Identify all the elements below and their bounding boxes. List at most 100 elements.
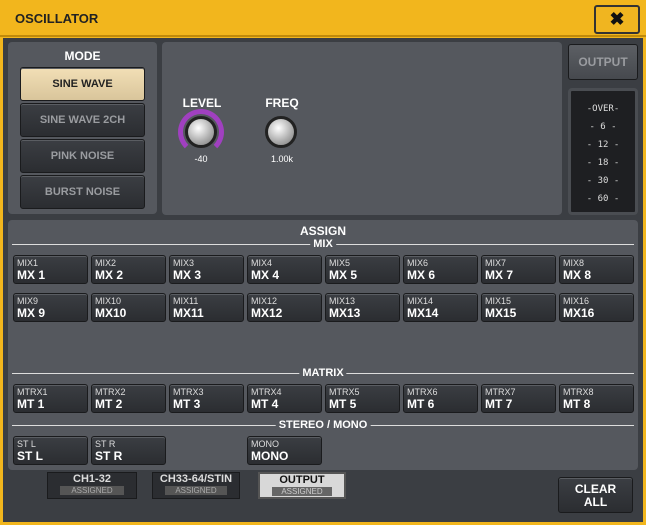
mode-sine-wave-button[interactable]: SINE WAVE <box>20 67 145 101</box>
bus-short-name: MT 8 <box>563 397 591 411</box>
output-button[interactable]: OUTPUT <box>568 44 638 80</box>
bus-name: MTRX4 <box>251 387 282 397</box>
bus-short-name: MX 2 <box>95 268 124 282</box>
bus-short-name: MX14 <box>407 306 439 320</box>
mode-pink-noise-button[interactable]: PINK NOISE <box>20 139 145 173</box>
bus-name: MIX2 <box>95 258 117 268</box>
assign-mix-14-button[interactable]: MIX14 MX14 <box>403 293 478 322</box>
bus-name: MIX3 <box>173 258 195 268</box>
bus-name: MIX13 <box>329 296 356 306</box>
bus-short-name: MX15 <box>485 306 517 320</box>
bus-short-name: MT 1 <box>17 397 45 411</box>
level-label: LEVEL <box>182 96 222 110</box>
bus-name: MIX1 <box>17 258 39 268</box>
assign-header: ASSIGN <box>299 224 346 238</box>
tab-ch33-64-stin[interactable]: CH33-64/STIN ASSIGNED <box>152 472 240 499</box>
assign-mix-4-button[interactable]: MIX4 MX 4 <box>247 255 322 284</box>
level-knob[interactable] <box>185 116 217 148</box>
mode-sine-wave-2ch-button[interactable]: SINE WAVE 2CH <box>20 103 145 137</box>
meter-scale-label: - 18 - <box>586 158 620 168</box>
tab-assigned-indicator: ASSIGNED <box>60 486 124 495</box>
assign-mix-1-button[interactable]: MIX1 MX 1 <box>13 255 88 284</box>
close-button[interactable]: ✖ <box>594 5 640 34</box>
bus-short-name: MT 3 <box>173 397 201 411</box>
bus-short-name: MX 7 <box>485 268 514 282</box>
assign-matrix-8-button[interactable]: MTRX8 MT 8 <box>559 384 634 413</box>
assign-matrix-2-button[interactable]: MTRX2 MT 2 <box>91 384 166 413</box>
assign-mix-2-button[interactable]: MIX2 MX 2 <box>91 255 166 284</box>
bus-short-name: MX11 <box>173 306 204 320</box>
bus-name: MIX4 <box>251 258 273 268</box>
assign-matrix-4-button[interactable]: MTRX4 MT 4 <box>247 384 322 413</box>
assign-mix-10-button[interactable]: MIX10 MX10 <box>91 293 166 322</box>
assign-mix-11-button[interactable]: MIX11 MX11 <box>169 293 244 322</box>
assign-matrix-3-button[interactable]: MTRX3 MT 3 <box>169 384 244 413</box>
meter-scale-label: - 12 - <box>586 140 620 150</box>
bus-name: MIX10 <box>95 296 122 306</box>
assign-mix-12-button[interactable]: MIX12 MX12 <box>247 293 322 322</box>
bus-short-name: MX 1 <box>17 268 46 282</box>
bus-short-name: MX10 <box>95 306 127 320</box>
bus-name: MIX8 <box>563 258 585 268</box>
tab-label: CH33-64/STIN <box>159 473 233 485</box>
output-meter: -OVER- - 6 - - 12 - - 18 - - 30 - - 60 - <box>568 88 638 215</box>
matrix-section-label: MATRIX <box>299 367 347 379</box>
bus-name: ST L <box>17 439 36 449</box>
bus-short-name: MX 3 <box>173 268 202 282</box>
bus-short-name: MONO <box>251 449 289 463</box>
assign-st-r-button[interactable]: ST R ST R <box>91 436 166 465</box>
assign-mix-3-button[interactable]: MIX3 MX 3 <box>169 255 244 284</box>
bus-short-name: MT 5 <box>329 397 357 411</box>
assign-mix-13-button[interactable]: MIX13 MX13 <box>325 293 400 322</box>
bus-short-name: MX 8 <box>563 268 592 282</box>
assign-st-l-button[interactable]: ST L ST L <box>13 436 88 465</box>
bus-short-name: ST L <box>17 449 43 463</box>
assign-matrix-1-button[interactable]: MTRX1 MT 1 <box>13 384 88 413</box>
stereo-divider: STEREO / MONO <box>12 419 634 431</box>
knob-panel: LEVEL -40 FREQ 1.00k <box>162 42 562 215</box>
assign-mix-16-button[interactable]: MIX16 MX16 <box>559 293 634 322</box>
close-icon: ✖ <box>609 9 625 29</box>
bus-short-name: MX16 <box>563 306 595 320</box>
bus-name: MIX14 <box>407 296 434 306</box>
tab-label: OUTPUT <box>279 474 325 486</box>
window-title: OSCILLATOR <box>15 11 99 26</box>
bus-short-name: MX 5 <box>329 268 358 282</box>
bus-short-name: MT 2 <box>95 397 123 411</box>
clear-all-button[interactable]: CLEAR ALL <box>558 477 633 513</box>
bus-short-name: MT 7 <box>485 397 513 411</box>
assign-matrix-6-button[interactable]: MTRX6 MT 6 <box>403 384 478 413</box>
assign-matrix-5-button[interactable]: MTRX5 MT 5 <box>325 384 400 413</box>
bus-name: MTRX7 <box>485 387 516 397</box>
bus-name: MIX11 <box>173 296 199 306</box>
bus-name: MTRX3 <box>173 387 204 397</box>
bus-name: MIX12 <box>251 296 278 306</box>
matrix-divider: MATRIX <box>12 367 634 379</box>
assign-mix-9-button[interactable]: MIX9 MX 9 <box>13 293 88 322</box>
bus-name: MIX7 <box>485 258 507 268</box>
freq-knob[interactable] <box>265 116 297 148</box>
freq-value: 1.00k <box>270 154 294 164</box>
mode-burst-noise-button[interactable]: BURST NOISE <box>20 175 145 209</box>
mode-panel: MODE SINE WAVE SINE WAVE 2CH PINK NOISE BUR… <box>8 42 157 214</box>
tab-label: CH1-32 <box>73 473 111 485</box>
mix-section-label: MIX <box>310 238 336 250</box>
assign-mix-6-button[interactable]: MIX6 MX 6 <box>403 255 478 284</box>
assign-mix-7-button[interactable]: MIX7 MX 7 <box>481 255 556 284</box>
meter-scale-label: - 6 - <box>589 122 617 132</box>
bus-name: MIX16 <box>563 296 590 306</box>
mode-header: MODE <box>64 49 101 63</box>
assign-mix-15-button[interactable]: MIX15 MX15 <box>481 293 556 322</box>
bus-short-name: MT 4 <box>251 397 279 411</box>
tab-assigned-indicator: ASSIGNED <box>165 486 227 495</box>
assign-mono-button[interactable]: MONO MONO <box>247 436 322 465</box>
assign-mix-8-button[interactable]: MIX8 MX 8 <box>559 255 634 284</box>
tab-output[interactable]: OUTPUT ASSIGNED <box>258 472 346 499</box>
meter-scale-label: -OVER- <box>586 104 620 114</box>
bus-short-name: MX12 <box>251 306 283 320</box>
assign-mix-5-button[interactable]: MIX5 MX 5 <box>325 255 400 284</box>
bus-name: MIX15 <box>485 296 512 306</box>
tab-ch1-32[interactable]: CH1-32 ASSIGNED <box>47 472 137 499</box>
assign-matrix-7-button[interactable]: MTRX7 MT 7 <box>481 384 556 413</box>
bus-short-name: MX 6 <box>407 268 436 282</box>
